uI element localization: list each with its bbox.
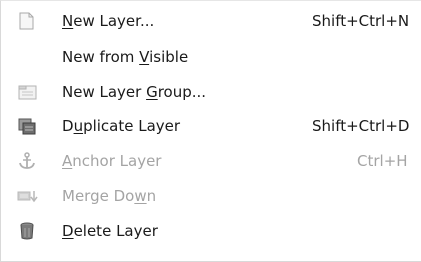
menu-item-label: Duplicate Layer bbox=[62, 117, 181, 135]
menu-item-shortcut: Shift+Ctrl+N bbox=[312, 12, 410, 30]
layer-context-menu: New Layer... Shift+Ctrl+N New from Visib… bbox=[0, 0, 421, 262]
menu-item-delete-layer[interactable]: Delete Layer bbox=[1, 215, 421, 247]
menu-item-merge-down[interactable]: Merge Down bbox=[1, 180, 421, 212]
menu-item-label: Anchor Layer bbox=[62, 152, 162, 170]
menu-item-new-from-visible[interactable]: New from Visible bbox=[1, 41, 421, 73]
duplicate-layer-icon bbox=[16, 116, 38, 136]
trash-icon bbox=[16, 221, 38, 241]
menu-item-shortcut: Ctrl+H bbox=[357, 152, 408, 170]
menu-item-label: Delete Layer bbox=[62, 222, 158, 240]
menu-item-label: New Layer... bbox=[62, 12, 155, 30]
anchor-icon bbox=[16, 151, 38, 171]
menu-item-anchor-layer[interactable]: Anchor Layer Ctrl+H bbox=[1, 145, 421, 177]
new-layer-icon bbox=[16, 11, 38, 31]
menu-item-label: New from Visible bbox=[62, 48, 189, 66]
menu-item-duplicate-layer[interactable]: Duplicate Layer Shift+Ctrl+D bbox=[1, 110, 421, 142]
menu-item-shortcut: Shift+Ctrl+D bbox=[312, 117, 410, 135]
menu-item-new-layer[interactable]: New Layer... Shift+Ctrl+N bbox=[1, 5, 421, 37]
menu-item-label: Merge Down bbox=[62, 187, 157, 205]
merge-down-icon bbox=[16, 186, 38, 206]
menu-item-new-layer-group[interactable]: New Layer Group... bbox=[1, 76, 421, 108]
layer-group-icon bbox=[16, 82, 38, 102]
menu-item-label: New Layer Group... bbox=[62, 83, 207, 101]
